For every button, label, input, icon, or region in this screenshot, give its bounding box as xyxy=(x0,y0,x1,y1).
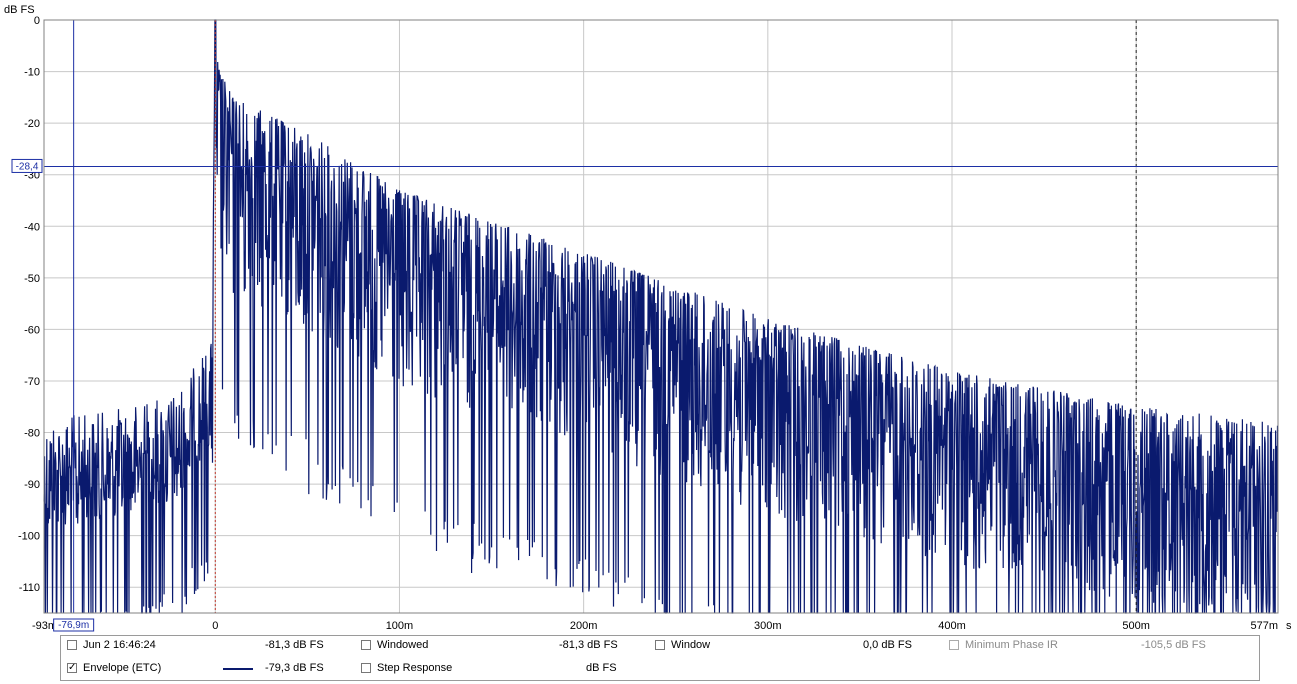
y-tick-label: -100 xyxy=(18,531,40,543)
y-tick-label: -40 xyxy=(24,221,40,233)
legend-item-windowed[interactable]: Windowed xyxy=(361,639,428,651)
legend-value: -81,3 dB FS xyxy=(559,639,618,651)
windowed-checkbox[interactable] xyxy=(361,640,371,650)
legend-value: -79,3 dB FS xyxy=(265,662,324,674)
envelope-swatch xyxy=(223,668,263,670)
legend-item-step-response[interactable]: Step Response xyxy=(361,662,452,674)
y-tick-label: -90 xyxy=(24,479,40,491)
x-tick-label: 577m xyxy=(1250,620,1278,632)
jun2-checkbox[interactable] xyxy=(67,640,77,650)
legend-value: 0,0 dB FS xyxy=(863,639,912,651)
x-tick-label: 100m xyxy=(386,620,414,632)
legend-label: Jun 2 16:46:24 xyxy=(83,639,156,651)
legend-label: Minimum Phase IR xyxy=(965,639,1058,651)
y-tick-label: -50 xyxy=(24,273,40,285)
y-tick-label: -10 xyxy=(24,67,40,79)
step-response-checkbox[interactable] xyxy=(361,663,371,673)
x-tick-label: 500m xyxy=(1122,620,1150,632)
etc-plot-area[interactable]: dB FS 0 -10 -20 -30 -40 -50 -60 -70 -80 -90 -100 -1… xyxy=(0,0,1297,634)
envelope-line-swatch xyxy=(223,668,253,670)
y-tick-label: -20 xyxy=(24,118,40,130)
legend-item-envelope[interactable]: Envelope (ETC) xyxy=(67,662,161,674)
envelope-checkbox[interactable] xyxy=(67,663,77,673)
legend-label: Step Response xyxy=(377,662,453,674)
legend-label: Window xyxy=(671,639,711,651)
y-tick-label: -80 xyxy=(24,428,40,440)
legend-row-1: Jun 2 16:46:24 -81,3 dB FS Windowed -81,… xyxy=(61,636,1259,656)
x-axis-unit: s xyxy=(1286,620,1292,632)
legend-label: Windowed xyxy=(377,639,429,651)
x-tick-label: 200m xyxy=(570,620,598,632)
y-tick-label: -60 xyxy=(24,324,40,336)
cursor-y-readout: -28,4 xyxy=(16,161,39,172)
x-tick-label: 0 xyxy=(212,620,218,632)
window-checkbox[interactable] xyxy=(655,640,665,650)
legend-item-min-phase[interactable]: Minimum Phase IR xyxy=(949,639,1058,651)
etc-chart[interactable]: 0-10-20-30-40-50-60-70-80-90-100-110-93m… xyxy=(0,0,1297,634)
cursor-x-readout: -76,9m xyxy=(58,620,89,631)
min-phase-checkbox[interactable] xyxy=(949,640,959,650)
x-tick-label: 300m xyxy=(754,620,782,632)
legend-row-2: Envelope (ETC) -79,3 dB FS Step Response… xyxy=(61,659,1259,679)
legend-value: -81,3 dB FS xyxy=(265,639,324,651)
legend-value: dB FS xyxy=(586,662,617,674)
x-tick-label: 400m xyxy=(938,620,966,632)
legend-label: Envelope (ETC) xyxy=(83,662,162,674)
legend-value: -105,5 dB FS xyxy=(1141,639,1206,651)
y-tick-label: -70 xyxy=(24,376,40,388)
y-tick-label: -110 xyxy=(19,582,40,594)
legend-item-jun2[interactable]: Jun 2 16:46:24 xyxy=(67,639,156,651)
legend-panel: Jun 2 16:46:24 -81,3 dB FS Windowed -81,… xyxy=(60,635,1260,681)
y-tick-label: 0 xyxy=(34,15,40,27)
legend-item-window[interactable]: Window xyxy=(655,639,710,651)
